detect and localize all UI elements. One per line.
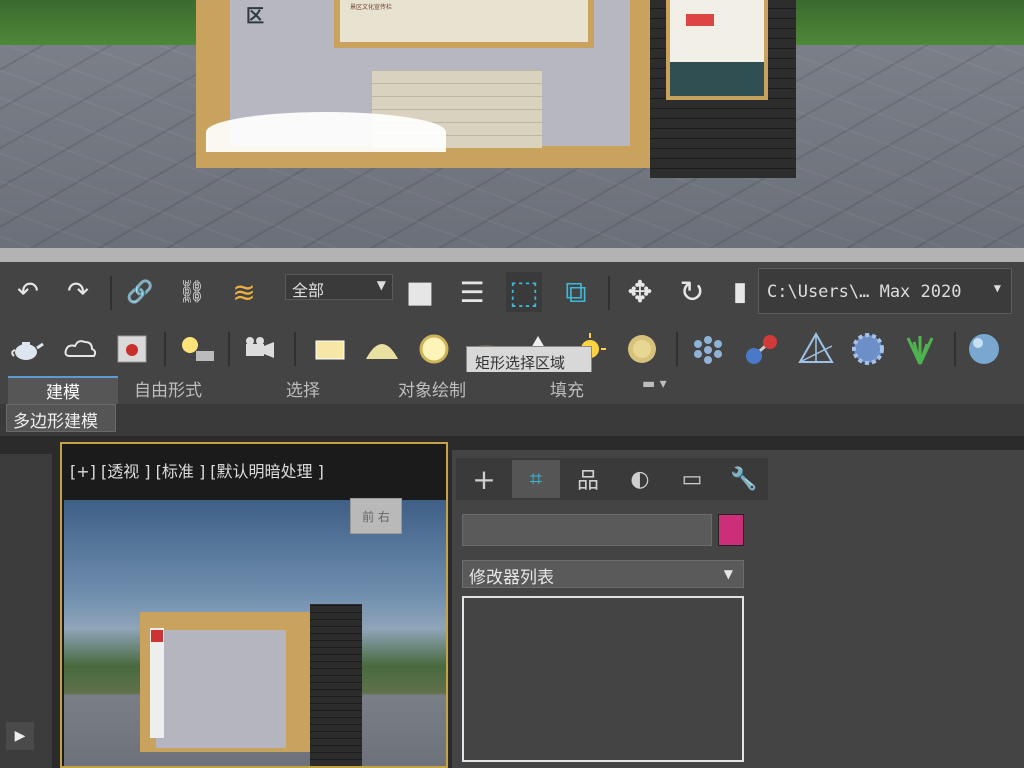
project-path-dropdown[interactable]: C:\Users\… Max 2020 ▼ [758, 268, 1012, 314]
viewport-board [140, 612, 310, 752]
separator [228, 332, 230, 366]
tab-populate[interactable]: 填充 [550, 376, 584, 402]
pyramid-icon[interactable] [796, 330, 836, 368]
selection-filter-value: 全部 [292, 281, 325, 300]
chevron-down-icon: ▼ [376, 278, 386, 292]
viewport-wall [310, 604, 362, 766]
bind-space-warp-icon[interactable]: ≋ [226, 272, 262, 312]
object-name-field[interactable] [462, 514, 712, 546]
modifier-list-label: 修改器列表 [469, 568, 554, 588]
separator [294, 332, 296, 366]
viewport-board-panel [156, 630, 286, 748]
viewport-sign [150, 628, 164, 738]
ribbon: 建模 自由形式 选择 对象绘制 填充 ▬ ▾ [0, 372, 1024, 405]
rotate-icon[interactable]: ↻ [674, 272, 710, 312]
grid-icon[interactable] [688, 330, 728, 368]
modifier-list-dropdown[interactable]: 修改器列表 ▼ [462, 560, 744, 588]
modifier-stack[interactable] [462, 596, 744, 762]
redo-icon[interactable]: ↷ [60, 272, 96, 312]
command-panel: + ⌗ 品 ◐ ▭ 🔧 修改器列表 ▼ [452, 450, 1024, 768]
viewport-sign-logo [151, 630, 163, 642]
select-object-icon[interactable]: ■ [402, 272, 438, 312]
move-icon[interactable]: ✥ [622, 272, 658, 312]
window-crossing-icon[interactable]: ⧉ [558, 272, 594, 312]
viewcube-front: 前 [362, 509, 375, 524]
ribbon-options-icon[interactable]: ▬ ▾ [642, 376, 667, 402]
disc-light-icon[interactable] [622, 330, 662, 368]
board-text: 景区文化宣传栏 [350, 4, 393, 11]
tab-object-paint[interactable]: 对象绘制 [398, 376, 466, 402]
viewcube[interactable]: 前 右 [350, 498, 402, 534]
selection-filter-dropdown[interactable]: 全部 ▼ [285, 274, 393, 300]
viewcube-right: 右 [377, 509, 390, 524]
separator [608, 276, 610, 310]
sphere-light-icon[interactable] [414, 330, 454, 368]
plant-icon[interactable] [900, 330, 940, 368]
chevron-down-icon: ▼ [993, 281, 1001, 295]
object-color-swatch[interactable] [718, 514, 744, 546]
left-panel [0, 454, 52, 768]
undo-icon[interactable]: ↶ [10, 272, 46, 312]
poster-band [670, 62, 764, 96]
plane-light-icon[interactable] [310, 330, 350, 368]
render-scene: 区 景区文化宣传栏 [0, 0, 1024, 262]
sign-char: 区 [246, 6, 264, 27]
board-picture: 景区文化宣传栏 [334, 0, 594, 48]
divider-bar [0, 248, 1024, 262]
poster [666, 0, 768, 100]
poster-image [686, 14, 714, 26]
rectangular-selection-icon[interactable]: ⬚ [506, 272, 542, 312]
display-tab-icon[interactable]: ▭ [668, 460, 716, 498]
ribbon-subpanel [0, 404, 1024, 436]
separator [110, 276, 112, 310]
cloud-icon[interactable] [60, 330, 100, 368]
command-panel-tabs: + ⌗ 品 ◐ ▭ 🔧 [456, 458, 768, 500]
perspective-viewport[interactable]: [+] [透视 ] [标准 ] [默认明暗处理 ] 前 右 [60, 442, 448, 768]
tab-freeform[interactable]: 自由形式 [134, 376, 202, 402]
tab-selection[interactable]: 选择 [286, 376, 320, 402]
gear-sphere-icon[interactable] [848, 330, 888, 368]
molecule-icon[interactable] [742, 330, 782, 368]
chevron-down-icon: ▼ [723, 567, 733, 581]
viewport-scene [64, 500, 446, 766]
sphere-icon[interactable] [964, 330, 1004, 368]
cloud-decoration [206, 112, 446, 152]
render-frame-icon[interactable] [112, 330, 152, 368]
light-icon[interactable] [176, 330, 216, 368]
modify-tab-icon[interactable]: ⌗ [512, 460, 560, 498]
teapot-icon[interactable] [6, 330, 46, 368]
polygon-modeling-button[interactable]: 多边形建模 [6, 404, 116, 432]
viewport-label[interactable]: [+] [透视 ] [标准 ] [默认明暗处理 ] [70, 458, 324, 482]
create-tab-icon[interactable]: + [460, 460, 508, 498]
play-icon[interactable]: ▶ [6, 722, 34, 750]
unlink-icon[interactable]: ⛓ [174, 272, 210, 312]
separator [164, 332, 166, 366]
dome-icon[interactable] [362, 330, 402, 368]
separator [954, 332, 956, 366]
camera-icon[interactable] [240, 330, 280, 368]
link-icon[interactable]: 🔗 [122, 272, 158, 312]
scale-icon[interactable]: ▮ [722, 272, 758, 312]
hierarchy-tab-icon[interactable]: 品 [564, 460, 612, 498]
utilities-tab-icon[interactable]: 🔧 [720, 460, 768, 498]
tab-modeling[interactable]: 建模 [8, 376, 118, 404]
motion-tab-icon[interactable]: ◐ [616, 460, 664, 498]
separator [676, 332, 678, 366]
select-by-name-icon[interactable]: ☰ [454, 272, 490, 312]
project-path: C:\Users\… Max 2020 [767, 282, 962, 302]
